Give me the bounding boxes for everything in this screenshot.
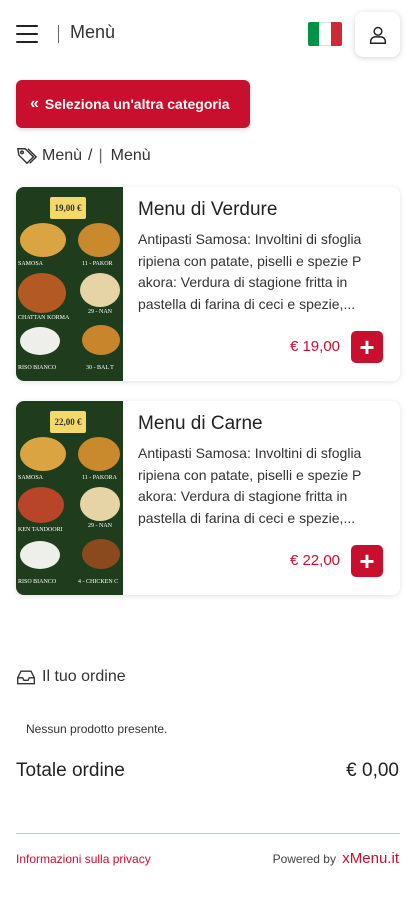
select-category-button[interactable]: « Seleziona un'altra categoria: [16, 80, 250, 128]
double-chevron-left-icon: «: [30, 95, 39, 112]
breadcrumb-separator: /: [88, 147, 93, 164]
title-divider: [58, 25, 59, 43]
breadcrumb: Menù / | Menù: [16, 146, 151, 166]
italian-flag-icon[interactable]: [308, 22, 342, 46]
select-category-label: Seleziona un'altra categoria: [44, 96, 230, 112]
breadcrumb-current: Menù: [110, 147, 151, 164]
brand-link[interactable]: xMenu.it: [342, 850, 399, 867]
plus-icon: +: [359, 546, 375, 576]
product-price: € 19,00: [289, 338, 340, 355]
product-price: € 22,00: [289, 552, 340, 569]
empty-order-message: Nessun prodotto presente.: [26, 722, 168, 736]
product-name: Menu di Carne: [138, 413, 263, 434]
product-image: SAMOSA 11 - PAKORA KEN TANDOORI 29 - NAN…: [16, 401, 123, 595]
order-title: Il tuo ordine: [42, 668, 126, 685]
image-price-tag: 22,00 €: [50, 411, 86, 433]
add-to-order-button[interactable]: +: [351, 331, 383, 363]
user-icon: [369, 26, 386, 44]
user-account-button[interactable]: [355, 12, 400, 57]
breadcrumb-bar: |: [98, 147, 103, 164]
product-name: Menu di Verdure: [138, 199, 278, 220]
top-bar: Menù: [0, 0, 415, 70]
product-description: Antipasti Samosa: Involtini di sfoglia r…: [138, 445, 362, 526]
tag-icon: [17, 148, 38, 165]
product-description: Antipasti Samosa: Involtini di sfoglia r…: [138, 231, 362, 312]
order-heading: Il tuo ordine: [16, 668, 126, 686]
total-value: € 0,00: [346, 760, 399, 781]
breadcrumb-root[interactable]: Menù: [42, 147, 82, 165]
add-to-order-button[interactable]: +: [351, 545, 383, 577]
total-label: Totale ordine: [16, 760, 125, 781]
privacy-link[interactable]: Informazioni sulla privacy: [16, 852, 151, 866]
footer-divider: [16, 833, 400, 834]
image-price-tag: 19,00 €: [50, 197, 86, 219]
page-title: Menù: [70, 22, 116, 42]
plus-icon: +: [359, 332, 375, 362]
inbox-icon: [17, 670, 35, 685]
powered-by-label: Powered by: [272, 852, 336, 866]
product-image: SAMOSA 11 - PAKOR CHATTAN KORMA 29 - NAN…: [16, 187, 123, 381]
powered-by: Powered by xMenu.it: [273, 850, 399, 867]
product-card[interactable]: SAMOSA 11 - PAKOR CHATTAN KORMA 29 - NAN…: [16, 187, 400, 381]
product-card[interactable]: SAMOSA 11 - PAKORA KEN TANDOORI 29 - NAN…: [16, 401, 400, 595]
hamburger-menu-icon[interactable]: [16, 25, 38, 43]
